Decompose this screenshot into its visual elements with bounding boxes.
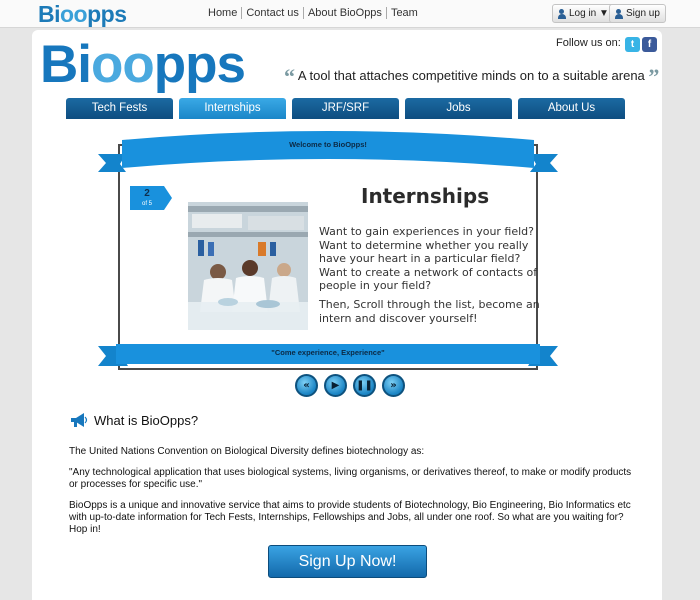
- about-paragraph-1: The United Nations Convention on Biologi…: [69, 446, 425, 457]
- slide-counter-badge: 2 of 5: [130, 186, 164, 210]
- main-tabs: Tech Fests Internships JRF/SRF Jobs Abou…: [66, 98, 625, 119]
- pause-button[interactable]: ❚❚: [353, 374, 376, 397]
- tab-about-us[interactable]: About Us: [518, 98, 625, 119]
- about-heading: What is BioOpps?: [70, 412, 198, 428]
- twitter-icon[interactable]: t: [625, 37, 640, 52]
- facebook-icon[interactable]: f: [642, 37, 657, 52]
- nav-link-about[interactable]: About BioOpps: [304, 7, 387, 19]
- rewind-button[interactable]: «: [295, 374, 318, 397]
- slider-controls: « ▶ ❚❚ »: [295, 374, 405, 397]
- close-quote-icon: ”: [648, 64, 660, 89]
- ribbon-bottom-text: "Come experience, Experience": [271, 348, 385, 357]
- tab-jrf-srf[interactable]: JRF/SRF: [292, 98, 399, 119]
- tab-tech-fests[interactable]: Tech Fests: [66, 98, 173, 119]
- signup-button[interactable]: Sign up: [609, 4, 666, 23]
- feature-slider: Welcome to BioOpps! 2 of 5 Internships W…: [98, 130, 558, 380]
- slide-paragraph-2: Then, Scroll through the list, become an…: [319, 298, 540, 325]
- slide-title: Internships: [361, 184, 490, 208]
- sign-up-now-button[interactable]: Sign Up Now!: [268, 545, 427, 578]
- top-bar: Bioopps Home Contact us About BioOpps Te…: [0, 0, 700, 28]
- tagline: “ A tool that attaches competitive minds…: [284, 64, 660, 89]
- lab-photo: [188, 202, 308, 330]
- ribbon-top-text: Welcome to BioOpps!: [289, 140, 367, 149]
- tab-internships[interactable]: Internships: [179, 98, 286, 119]
- nav-link-contact[interactable]: Contact us: [242, 7, 304, 19]
- badge-arrow: [164, 186, 172, 210]
- top-nav: Home Contact us About BioOpps Team: [204, 7, 422, 19]
- play-button[interactable]: ▶: [324, 374, 347, 397]
- open-quote-icon: “: [284, 64, 295, 89]
- megaphone-icon: [71, 413, 88, 427]
- site-logo-small[interactable]: Bioopps: [38, 1, 127, 28]
- about-paragraph-2: BioOpps is a unique and innovative servi…: [69, 500, 631, 535]
- forward-button[interactable]: »: [382, 374, 405, 397]
- tab-jobs[interactable]: Jobs: [405, 98, 512, 119]
- nav-link-home[interactable]: Home: [204, 7, 243, 19]
- user-icon: [558, 8, 566, 19]
- login-button[interactable]: Log in ▼: [552, 4, 615, 23]
- user-icon: [615, 8, 623, 19]
- site-logo[interactable]: Bioopps: [40, 34, 246, 95]
- slide-paragraph-1: Want to gain experiences in your field? …: [319, 225, 538, 292]
- nav-link-team[interactable]: Team: [387, 7, 422, 19]
- follow-label: Follow us on:: [556, 37, 621, 49]
- about-quote: "Any technological application that uses…: [69, 467, 632, 490]
